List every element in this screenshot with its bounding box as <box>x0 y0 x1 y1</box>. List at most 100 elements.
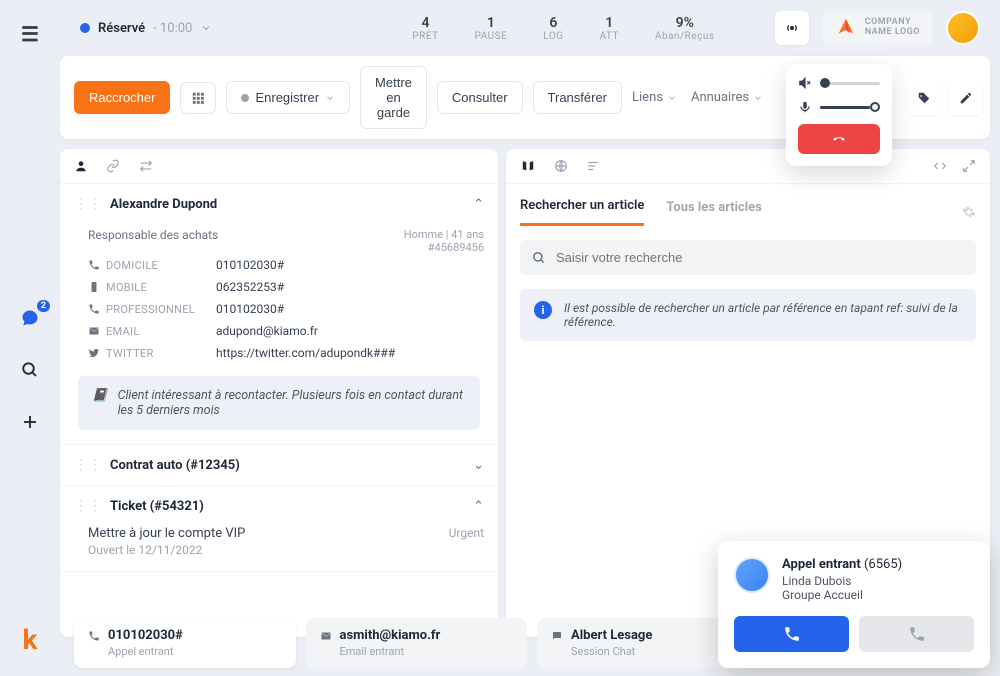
ticket-date: Ouvert le 12/11/2022 <box>88 543 484 557</box>
link-icon <box>106 159 120 173</box>
kb-search[interactable] <box>520 240 976 275</box>
chevron-down-icon <box>667 93 677 103</box>
contact-type: MOBILE <box>106 281 216 294</box>
section-contract-header[interactable]: ⋮⋮ Contrat auto (#12345) ⌄ <box>60 445 498 485</box>
sidebar: ☰ 2 k <box>0 0 60 676</box>
stat-pause: 1PAUSE <box>475 15 508 42</box>
directories-dropdown[interactable]: Annuaires <box>691 90 763 105</box>
chat-button[interactable]: 2 <box>16 304 44 332</box>
user-avatar[interactable] <box>946 11 980 45</box>
kb-info: i Il est possible de rechercher un artic… <box>520 289 976 341</box>
mic-icon <box>798 100 812 114</box>
consult-button[interactable]: Consulter <box>437 81 523 114</box>
expand-button[interactable] <box>962 159 976 173</box>
grip-icon: ⋮⋮ <box>74 457 102 473</box>
record-button[interactable]: Enregistrer <box>226 81 350 114</box>
brand-mark: k <box>23 623 38 656</box>
contact-meta: Homme | 41 ans #45689456 <box>404 228 484 254</box>
tag-button[interactable] <box>907 81 941 115</box>
session-sub: Session Chat <box>551 645 745 658</box>
chat-icon <box>20 308 40 328</box>
contact-row: EMAILadupond@kiamo.fr <box>74 320 484 342</box>
mic-slider[interactable] <box>820 106 880 109</box>
record-dot-icon <box>241 94 249 102</box>
hold-button[interactable]: Mettre en garde <box>360 66 427 129</box>
chevron-down-icon <box>325 93 335 103</box>
ticket-flag: Urgent <box>449 526 484 540</box>
tab-person[interactable] <box>74 159 88 173</box>
add-button[interactable] <box>16 408 44 436</box>
contact-row: MOBILE062352253# <box>74 276 484 298</box>
session-card[interactable]: 010102030# Appel entrant <box>74 618 296 668</box>
section-ticket-header[interactable]: ⋮⋮ Ticket (#54321) ⌃ <box>60 486 498 526</box>
phone-icon <box>88 259 106 271</box>
kb-subtabs: Rechercher un article Tous les articles <box>506 184 990 226</box>
popover-hangup-button[interactable] <box>798 124 880 154</box>
tab-globe[interactable] <box>554 159 568 173</box>
search-icon <box>21 361 39 379</box>
tab-book[interactable] <box>520 159 536 173</box>
session-sub: Email entrant <box>320 645 514 658</box>
grip-icon: ⋮⋮ <box>74 196 102 212</box>
chevron-down-icon <box>753 93 763 103</box>
tag-icon <box>917 91 931 105</box>
subtab-all[interactable]: Tous les articles <box>666 200 761 225</box>
edit-button[interactable] <box>949 81 983 115</box>
search-icon <box>532 251 546 265</box>
grid-button[interactable] <box>180 82 216 114</box>
transfer-button[interactable]: Transférer <box>533 81 622 114</box>
accept-call-button[interactable] <box>734 616 849 652</box>
person-icon <box>74 159 88 173</box>
session-card[interactable]: asmith@kiamo.frEmail entrant <box>306 618 528 668</box>
speaker-mute-icon <box>798 76 812 90</box>
speaker-slider[interactable] <box>820 82 880 85</box>
stat-log: 6LOG <box>543 15 563 42</box>
contact-name: Alexandre Dupond <box>110 197 473 212</box>
session-title: 010102030# <box>108 628 183 643</box>
collapse-button[interactable] <box>932 159 948 173</box>
company-logo: COMPANYNAME LOGO <box>823 11 932 45</box>
speaker-slider-row <box>798 76 880 90</box>
chat-icon <box>551 630 563 642</box>
section-contract: ⋮⋮ Contrat auto (#12345) ⌄ <box>60 445 498 486</box>
contact-row: TWITTERhttps://twitter.com/adupondk### <box>74 342 484 364</box>
stats-bar: 4PRET 1PAUSE 6LOG 1ATT 9%Aban/Reçus <box>412 15 714 42</box>
contact-type: PROFESSIONNEL <box>106 303 216 316</box>
subtab-search[interactable]: Rechercher un article <box>520 198 644 226</box>
contact-value: 010102030# <box>216 302 284 316</box>
menu-icon[interactable]: ☰ <box>16 20 44 48</box>
note-icon: 📓 <box>92 388 108 418</box>
broadcast-button[interactable] <box>775 11 809 45</box>
arrows-h-icon <box>932 159 948 173</box>
twitter-icon <box>88 347 106 359</box>
caller-avatar <box>734 557 770 593</box>
list-icon <box>586 159 600 173</box>
section-ticket: ⋮⋮ Ticket (#54321) ⌃ Urgent Mettre à jou… <box>60 486 498 572</box>
toast-caller-name: Linda Dubois <box>782 574 902 588</box>
kb-search-input[interactable] <box>556 250 964 265</box>
links-dropdown[interactable]: Liens <box>632 90 677 105</box>
session-sub: Appel entrant <box>88 645 282 658</box>
kb-settings-button[interactable] <box>962 205 976 219</box>
tab-swap[interactable] <box>138 159 154 173</box>
tab-list[interactable] <box>586 159 600 173</box>
broadcast-icon <box>784 20 800 36</box>
contact-type: DOMICILE <box>106 259 216 272</box>
status-selector[interactable]: Réservé - 10:00 <box>80 21 212 36</box>
chevron-up-icon: ⌃ <box>473 499 484 514</box>
chevron-up-icon: ⌃ <box>473 197 484 212</box>
stat-aban: 9%Aban/Reçus <box>655 15 715 42</box>
contact-value: 010102030# <box>216 258 284 272</box>
toast-title: Appel entrant (6565) <box>782 557 902 572</box>
contact-row: DOMICILE010102030# <box>74 254 484 276</box>
contact-type: EMAIL <box>106 325 216 338</box>
contact-value: 062352253# <box>216 280 284 294</box>
section-contact-header[interactable]: ⋮⋮ Alexandre Dupond ⌃ <box>60 184 498 224</box>
globe-icon <box>554 159 568 173</box>
tab-link[interactable] <box>106 159 120 173</box>
decline-call-button[interactable] <box>859 616 974 652</box>
search-button[interactable] <box>16 356 44 384</box>
email-icon <box>320 630 332 642</box>
hangup-button[interactable]: Raccrocher <box>74 81 170 114</box>
top-header: Réservé - 10:00 4PRET 1PAUSE 6LOG 1ATT 9… <box>60 0 1000 56</box>
